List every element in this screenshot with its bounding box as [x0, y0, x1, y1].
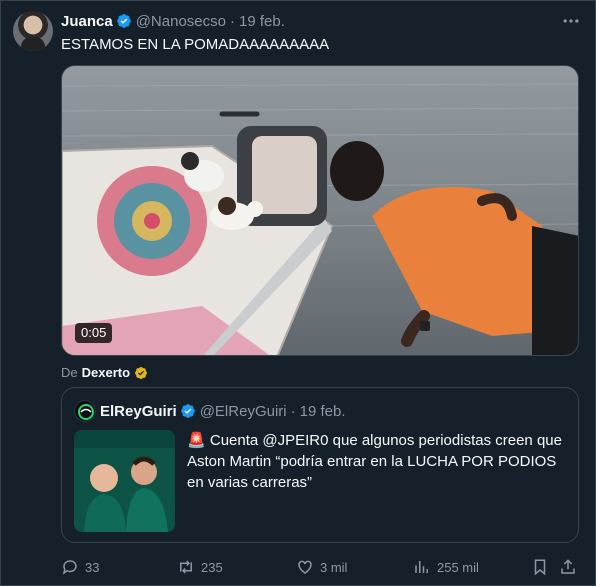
quoted-header-separator: ·: [290, 402, 296, 420]
verified-badge-icon: [116, 14, 131, 28]
tweet-actions-bar: 33 235 3 mil 255 mil: [61, 556, 581, 578]
gold-verified-badge-icon: [135, 366, 148, 379]
views-button[interactable]: 255 mil: [413, 556, 479, 578]
video-frame-illustration: [62, 66, 578, 355]
header-separator: ·: [229, 12, 235, 30]
quoted-tweet-body: Cuenta @JPEIR0 que algunos periodistas c…: [187, 432, 562, 491]
heart-icon: [298, 560, 312, 574]
quoted-verified-badge-icon: [180, 404, 195, 418]
retweet-count: 235: [201, 559, 223, 575]
reply-icon: [62, 560, 77, 575]
reply-count: 33: [85, 559, 100, 575]
views-chart-icon: [415, 561, 428, 573]
tweet-header: Juanca @Nanosecso · 19 feb.: [61, 11, 583, 31]
quoted-tweet[interactable]: ElReyGuiri @ElReyGuiri · 19 feb. 🚨 Cuent…: [61, 387, 579, 543]
video-player[interactable]: [61, 65, 579, 356]
reply-button[interactable]: 33: [61, 556, 99, 578]
bookmark-button[interactable]: [531, 556, 549, 578]
retweet-icon: [180, 560, 192, 574]
quoted-tweet-header: ElReyGuiri @ElReyGuiri · 19 feb.: [74, 400, 346, 422]
tweet-text: ESTAMOS EN LA POMADAAAAAAAAA: [61, 36, 330, 53]
more-options-icon[interactable]: [561, 11, 581, 31]
bookmark-icon: [534, 559, 546, 576]
source-name[interactable]: Dexerto: [82, 365, 130, 380]
tweet-date[interactable]: 19 feb.: [239, 13, 285, 30]
author-handle[interactable]: @Nanosecso: [136, 13, 226, 30]
siren-emoji-icon: 🚨: [187, 432, 206, 449]
quoted-author-handle[interactable]: @ElReyGuiri: [200, 403, 287, 420]
quoted-author-avatar[interactable]: [74, 400, 96, 422]
quoted-author-name[interactable]: ElReyGuiri: [100, 403, 177, 420]
tweet-card[interactable]: Juanca @Nanosecso · 19 feb. ESTAMOS EN L…: [0, 0, 596, 586]
retweet-button[interactable]: 235: [177, 556, 223, 578]
like-count: 3 mil: [320, 559, 348, 575]
quoted-tweet-thumbnail[interactable]: [74, 430, 175, 532]
author-name[interactable]: Juanca: [61, 13, 113, 30]
source-prefix: De: [61, 365, 78, 380]
quoted-tweet-text: 🚨 Cuenta @JPEIR0 que algunos periodistas…: [187, 430, 567, 493]
video-duration-badge: 0:05: [75, 323, 113, 343]
quoted-tweet-date[interactable]: 19 feb.: [300, 403, 346, 420]
author-avatar[interactable]: [13, 11, 53, 51]
views-count: 255 mil: [437, 559, 479, 575]
share-icon: [561, 559, 575, 574]
share-button[interactable]: [559, 556, 577, 578]
like-button[interactable]: 3 mil: [296, 556, 347, 578]
video-source: De Dexerto: [61, 365, 148, 380]
